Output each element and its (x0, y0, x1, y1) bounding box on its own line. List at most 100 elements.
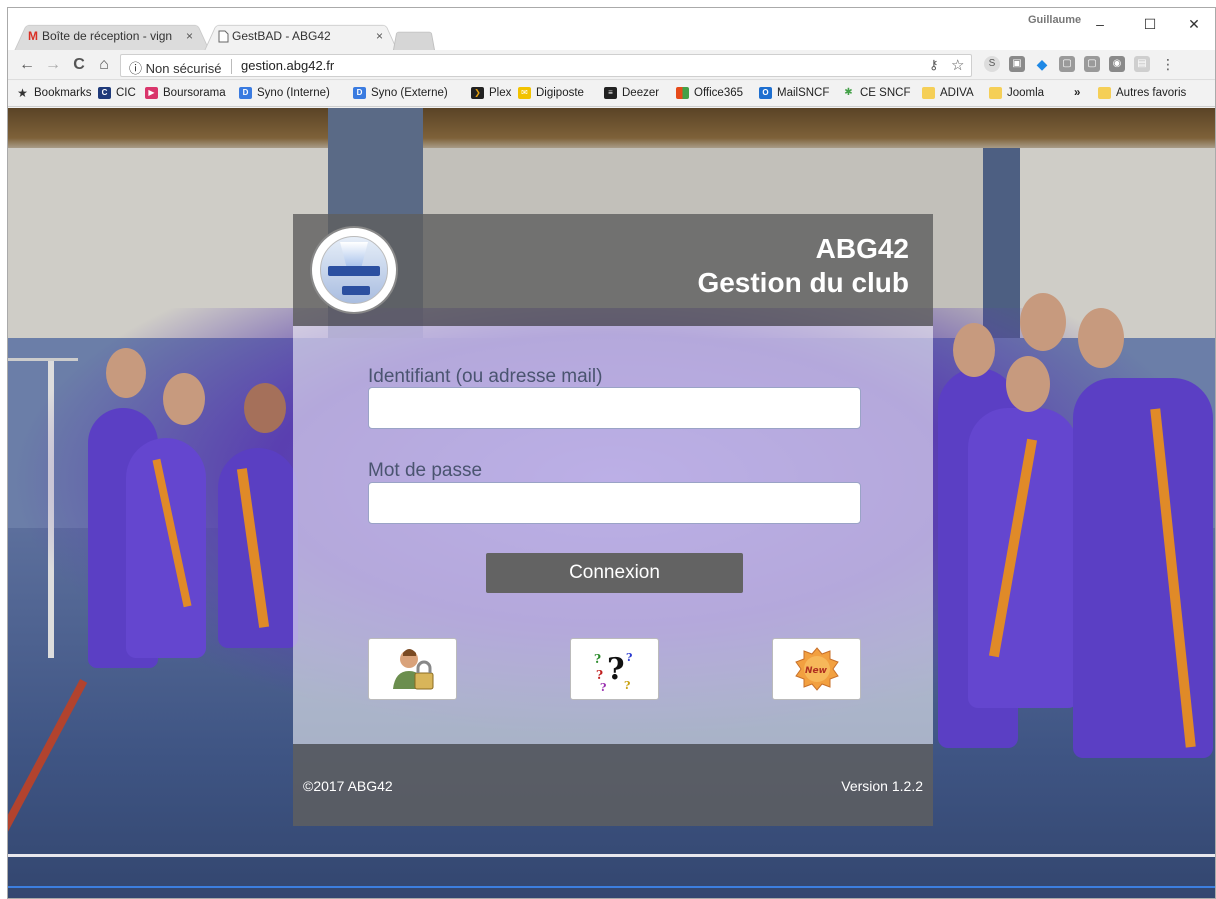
tab-gestbad[interactable]: GestBAD - ABG42 × (204, 21, 398, 51)
tab-label: GestBAD - ABG42 (232, 29, 331, 43)
other-bookmarks[interactable]: Autres favoris (1098, 87, 1186, 99)
svg-text:?: ? (596, 668, 603, 682)
bookmark-item[interactable]: Office365 (676, 87, 743, 99)
page-content: ABG42 Gestion du club Identifiant (ou ad… (8, 108, 1215, 898)
club-logo (342, 286, 370, 295)
divider (231, 59, 232, 74)
password-input[interactable] (368, 482, 861, 524)
copyright-text: ©2017 ABG42 (303, 778, 393, 794)
folder-icon (922, 87, 935, 99)
bookmark-label: Plex (489, 87, 512, 99)
extension-icon[interactable]: ▣ (1009, 56, 1025, 72)
new-account-button[interactable]: New (772, 638, 861, 700)
bookmark-star-icon[interactable]: ☆ (951, 56, 964, 74)
login-button[interactable]: Connexion (486, 553, 743, 593)
outlook-icon: O (759, 87, 772, 99)
version-text: Version 1.2.2 (841, 778, 923, 794)
bookmark-item[interactable]: C CIC (98, 87, 136, 99)
site-security-indicator[interactable]: ⓘ Non sécurisé (129, 58, 221, 77)
key-icon[interactable]: ⚷ (929, 57, 939, 73)
extension-drop-icon[interactable]: ◆ (1034, 56, 1050, 72)
page-title: ABG42 Gestion du club (697, 232, 909, 300)
bookmarks-overflow-button[interactable]: » (1074, 87, 1080, 99)
office-icon (676, 87, 689, 99)
username-label: Identifiant (ou adresse mail) (368, 366, 603, 387)
close-window-button[interactable]: ✕ (1180, 14, 1208, 34)
new-badge-icon: New (794, 647, 839, 691)
dsm-icon: D (353, 87, 366, 99)
extension-icon[interactable]: ▢ (1059, 56, 1075, 72)
team-member-figure (163, 373, 205, 425)
login-card-footer: ©2017 ABG42 Version 1.2.2 (293, 744, 933, 826)
bookmark-label: Office365 (694, 87, 744, 99)
title-line-1: ABG42 (815, 233, 909, 264)
minimize-button[interactable]: – (1086, 14, 1114, 34)
tab-strip: M Boîte de réception - vign × GestBAD - … (8, 8, 1215, 51)
new-tab-button[interactable] (393, 28, 435, 50)
svg-text:?: ? (600, 681, 606, 693)
account-access-button[interactable] (368, 638, 457, 700)
bookmark-label: MailSNCF (777, 87, 830, 99)
bookmark-label: Autres favoris (1116, 87, 1187, 99)
close-tab-icon[interactable]: × (376, 29, 383, 43)
bookmark-label: Digiposte (536, 87, 584, 99)
bookmark-label: ADIVA (940, 87, 974, 99)
folder-icon (989, 87, 1002, 99)
bookmark-item[interactable]: ✱ CE SNCF (842, 87, 910, 99)
bookmark-item[interactable]: D Syno (Interne) (239, 87, 330, 99)
username-input[interactable] (368, 387, 861, 429)
address-bar[interactable]: ⓘ Non sécurisé gestion.abg42.fr ⚷ ☆ (120, 54, 972, 77)
extension-icon[interactable]: ◉ (1109, 56, 1125, 72)
extension-icon[interactable]: ▢ (1084, 56, 1100, 72)
login-form: Identifiant (ou adresse mail) Mot de pas… (293, 326, 933, 744)
bookmark-label: Joomla (1007, 87, 1045, 99)
svg-text:New: New (805, 666, 828, 676)
team-member-figure (953, 323, 995, 377)
bookmark-item[interactable]: ≡ Deezer (604, 87, 659, 99)
team-member-figure (968, 408, 1078, 708)
browser-window: M Boîte de réception - vign × GestBAD - … (7, 7, 1216, 899)
team-member-figure (1078, 308, 1124, 368)
url-text[interactable]: gestion.abg42.fr (241, 58, 334, 73)
bookmark-label: Bookmarks (34, 87, 92, 99)
close-tab-icon[interactable]: × (186, 29, 193, 43)
help-button[interactable]: ? ? ? ? ? ? (570, 638, 659, 700)
bookmark-item[interactable]: ✉ Digiposte (518, 87, 584, 99)
svg-text:?: ? (624, 679, 630, 692)
team-member-figure (1020, 293, 1066, 351)
maximize-button[interactable]: ☐ (1136, 14, 1164, 34)
home-button[interactable]: ⌂ (95, 56, 113, 74)
svg-text:?: ? (607, 652, 625, 687)
forward-button[interactable]: → (44, 56, 62, 74)
team-member-figure (126, 438, 206, 658)
club-logo (310, 226, 398, 314)
question-marks-icon: ? ? ? ? ? ? (594, 651, 632, 693)
bookmark-item[interactable]: ❯ Plex (471, 87, 511, 99)
tab-label: Boîte de réception - vign (42, 29, 173, 43)
cic-icon: C (98, 87, 111, 99)
dsm-icon: D (239, 87, 252, 99)
bookmark-label: CE SNCF (860, 87, 911, 99)
bookmark-item[interactable]: ★ Bookmarks (16, 86, 92, 100)
back-button[interactable]: ← (18, 56, 36, 74)
team-member-figure (1006, 356, 1050, 412)
bookmark-item[interactable]: ADIVA (922, 87, 974, 99)
reload-button[interactable]: C (70, 56, 88, 74)
menu-icon[interactable]: ⋮ (1160, 56, 1176, 72)
boursorama-icon: ▶ (145, 87, 158, 99)
bookmark-item[interactable]: D Syno (Externe) (353, 87, 448, 99)
password-label: Mot de passe (368, 460, 483, 481)
extension-icon[interactable]: ▤ (1134, 56, 1150, 72)
extension-s-icon[interactable]: S (984, 56, 1000, 72)
window-user-name[interactable]: Guillaume (1028, 14, 1081, 26)
bookmark-item[interactable]: ▶ Boursorama (145, 87, 226, 99)
bookmark-item[interactable]: Joomla (989, 87, 1044, 99)
team-member-figure (1073, 378, 1213, 758)
plex-icon: ❯ (471, 87, 484, 99)
court-line (8, 886, 1215, 888)
bookmark-label: Syno (Interne) (257, 87, 330, 99)
tab-gmail[interactable]: M Boîte de réception - vign × (14, 21, 210, 51)
star-icon: ★ (17, 86, 28, 100)
team-member-figure (244, 383, 286, 433)
bookmark-item[interactable]: O MailSNCF (759, 87, 829, 99)
